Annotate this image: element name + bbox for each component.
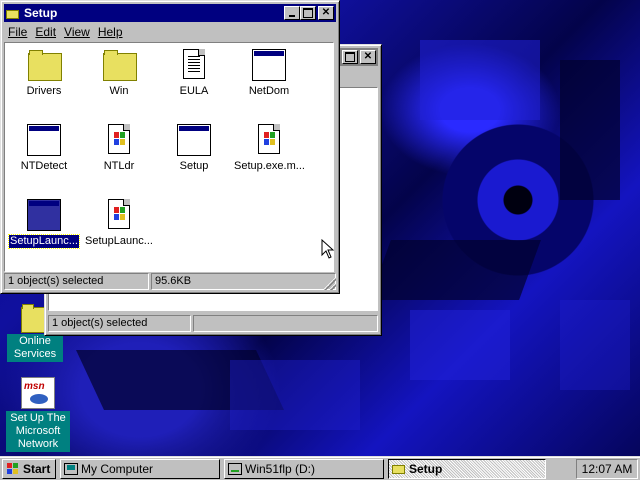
taskbar-button-label: Win51flp (D:) bbox=[245, 462, 316, 476]
drive-icon bbox=[228, 463, 242, 475]
close-icon: ✕ bbox=[363, 51, 373, 62]
file-item-label: NTDetect bbox=[20, 160, 68, 172]
menu-help[interactable]: Help bbox=[98, 25, 123, 39]
file-item-label: Setup bbox=[179, 160, 209, 172]
file-item[interactable]: Drivers bbox=[8, 49, 80, 98]
desktop-icon-label: Set Up The Microsoft Network bbox=[6, 411, 70, 452]
setup-window[interactable]: Setup ✕ File Edit View Help Drivers Win bbox=[0, 0, 340, 294]
application-icon bbox=[27, 124, 61, 156]
start-button[interactable]: Start bbox=[2, 459, 56, 479]
menu-file[interactable]: File bbox=[8, 25, 27, 39]
taskbar-button-win51flp[interactable]: Win51flp (D:) bbox=[224, 459, 384, 479]
folder-icon bbox=[27, 49, 62, 81]
taskbar: Start My Computer Win51flp (D:) Setup 12… bbox=[0, 456, 640, 480]
status-selection: 1 object(s) selected bbox=[4, 273, 149, 290]
desktop: Online Services msn Set Up The Microsoft… bbox=[0, 0, 640, 456]
status-bar: 1 object(s) selected 95.6KB bbox=[4, 273, 336, 290]
resize-grip[interactable] bbox=[324, 278, 336, 290]
status-selection: 1 object(s) selected bbox=[48, 315, 191, 332]
close-button[interactable]: ✕ bbox=[318, 6, 334, 20]
computer-icon bbox=[64, 463, 78, 475]
maximize-icon bbox=[303, 8, 313, 18]
close-icon: ✕ bbox=[321, 7, 331, 18]
file-item[interactable]: NTDetect bbox=[8, 124, 80, 173]
file-item-selected[interactable]: SetupLaunc... bbox=[8, 199, 80, 249]
application-icon bbox=[27, 199, 61, 231]
windows-logo-icon bbox=[6, 463, 20, 475]
window-title: Setup bbox=[24, 6, 58, 20]
start-label: Start bbox=[23, 462, 51, 476]
minimize-icon bbox=[289, 15, 295, 17]
window-titlebar[interactable]: Setup ✕ bbox=[4, 4, 336, 22]
mouse-pointer-icon bbox=[321, 239, 335, 259]
taskbar-button-label: Setup bbox=[409, 462, 443, 476]
file-item-label: EULA bbox=[179, 85, 209, 97]
wallpaper-shape bbox=[410, 310, 510, 380]
file-item-label: NetDom bbox=[248, 85, 290, 97]
minimize-button[interactable] bbox=[284, 6, 300, 20]
taskbar-button-setup[interactable]: Setup bbox=[388, 459, 546, 479]
system-tray: 12:07 AM bbox=[576, 459, 638, 479]
menu-view[interactable]: View bbox=[64, 25, 90, 39]
clock[interactable]: 12:07 AM bbox=[582, 462, 633, 476]
file-item-label: Win bbox=[109, 85, 129, 97]
maximize-icon bbox=[345, 52, 355, 62]
folder-icon bbox=[102, 49, 137, 81]
menu-edit[interactable]: Edit bbox=[35, 25, 56, 39]
file-item[interactable]: NetDom bbox=[233, 49, 305, 98]
menu-bar: File Edit View Help bbox=[4, 23, 336, 41]
wallpaper-shape bbox=[420, 40, 540, 120]
file-item-label: SetupLaunc... bbox=[8, 234, 80, 249]
windows-file-icon bbox=[252, 124, 286, 156]
msn-icon: msn bbox=[21, 377, 55, 409]
desktop-icon-msn-setup[interactable]: msn Set Up The Microsoft Network bbox=[3, 377, 73, 452]
file-item-label: NTLdr bbox=[103, 160, 135, 172]
file-item[interactable]: EULA bbox=[158, 49, 230, 98]
file-list: Drivers Win EULA NetDom NTDetect NTLdr S… bbox=[4, 42, 335, 272]
status-size: 95.6KB bbox=[151, 273, 336, 290]
document-icon bbox=[177, 49, 211, 81]
wallpaper-shape bbox=[369, 240, 541, 300]
windows-file-icon bbox=[102, 199, 136, 231]
folder-icon bbox=[6, 7, 20, 19]
wallpaper-shape bbox=[560, 60, 620, 200]
status-size bbox=[193, 315, 378, 332]
desktop-icon-label: Online Services bbox=[7, 334, 63, 362]
windows-file-icon bbox=[102, 124, 136, 156]
file-item[interactable]: SetupLaunc... bbox=[83, 199, 155, 248]
folder-icon bbox=[392, 463, 406, 475]
file-item-label: Setup.exe.m... bbox=[234, 160, 305, 172]
file-item[interactable]: Setup bbox=[158, 124, 230, 173]
application-icon bbox=[252, 49, 286, 81]
file-item[interactable]: Win bbox=[83, 49, 155, 98]
file-item[interactable]: Setup.exe.m... bbox=[233, 124, 305, 173]
maximize-button[interactable] bbox=[300, 6, 316, 20]
taskbar-button-my-computer[interactable]: My Computer bbox=[60, 459, 220, 479]
application-icon bbox=[177, 124, 211, 156]
close-button[interactable]: ✕ bbox=[360, 50, 376, 64]
wallpaper-shape bbox=[560, 300, 630, 390]
taskbar-button-label: My Computer bbox=[81, 462, 154, 476]
file-item[interactable]: NTLdr bbox=[83, 124, 155, 173]
file-item-label: SetupLaunc... bbox=[85, 235, 153, 247]
status-bar: 1 object(s) selected bbox=[48, 315, 378, 332]
wallpaper-shape bbox=[230, 360, 360, 430]
file-item-label: Drivers bbox=[26, 85, 62, 97]
maximize-button[interactable] bbox=[342, 50, 358, 64]
